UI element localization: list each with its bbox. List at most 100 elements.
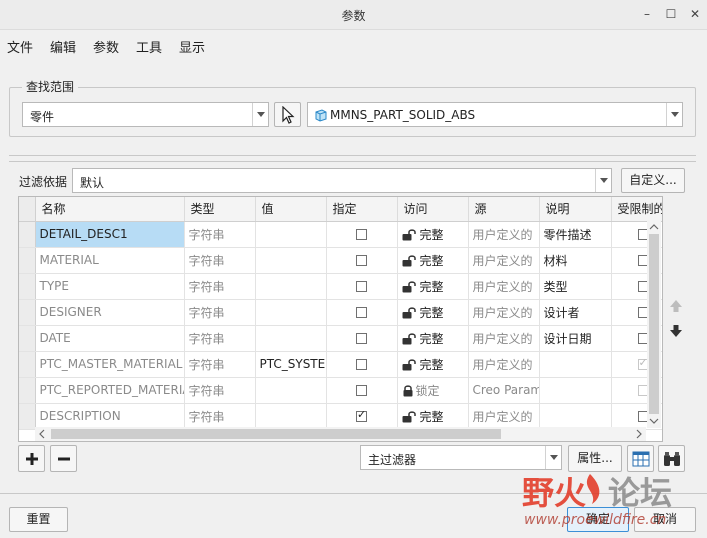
column-header-source[interactable]: 源 — [468, 197, 540, 222]
designated-checkbox[interactable] — [356, 307, 367, 318]
designated-checkbox[interactable] — [356, 359, 367, 370]
close-button[interactable]: ✕ — [686, 5, 704, 23]
add-parameter-button[interactable] — [18, 445, 45, 472]
param-name-cell[interactable]: PTC_REPORTED_MATERIAL — [35, 377, 185, 404]
param-description-cell[interactable] — [539, 403, 612, 430]
table-row[interactable]: DESCRIPTION字符串 完整 用户定义的 — [19, 403, 662, 430]
param-description-cell[interactable]: 零件描述 — [539, 221, 612, 248]
row-header[interactable] — [19, 351, 36, 378]
param-access-cell[interactable]: 完整 — [397, 273, 469, 300]
param-description-cell[interactable]: 材料 — [539, 247, 612, 274]
param-name-cell[interactable]: MATERIAL — [35, 247, 185, 274]
table-row[interactable]: DESIGNER 字符串 完整 用户定义的 设计者 — [19, 299, 662, 326]
maximize-button[interactable]: ☐ — [662, 5, 680, 23]
param-access-cell[interactable]: 完整 — [397, 403, 469, 430]
param-description-cell[interactable]: 设计者 — [539, 299, 612, 326]
param-description-cell[interactable]: 类型 — [539, 273, 612, 300]
param-value-cell[interactable]: PTC_SYSTEM — [255, 351, 327, 378]
row-header[interactable] — [19, 273, 36, 300]
menu-tools[interactable]: 工具 — [136, 37, 162, 56]
param-type-cell[interactable]: 字符串 — [184, 325, 256, 352]
arrow-down-icon[interactable] — [669, 324, 683, 338]
table-row[interactable]: DATE 字符串 完整 用户定义的 设计日期 — [19, 325, 662, 352]
param-value-cell[interactable] — [255, 377, 327, 404]
column-header-restricted[interactable]: 受限制的 — [611, 197, 662, 222]
designated-checkbox[interactable] — [356, 255, 367, 266]
param-type-cell[interactable]: 字符串 — [184, 299, 256, 326]
table-row[interactable]: MATERIAL 字符串 完整 用户定义的 材料 — [19, 247, 662, 274]
param-name-cell[interactable]: DATE — [35, 325, 185, 352]
param-value-cell[interactable] — [255, 273, 327, 300]
scroll-right-arrow-icon[interactable] — [634, 427, 644, 441]
param-name-cell[interactable]: TYPE — [35, 273, 185, 300]
param-value-cell[interactable] — [255, 221, 327, 248]
scope-type-select[interactable]: 零件 — [22, 102, 269, 127]
param-designated-cell[interactable] — [326, 351, 398, 378]
table-view-button[interactable] — [627, 445, 654, 472]
param-name-cell[interactable]: DESCRIPTION — [35, 403, 185, 430]
vertical-scroll-thumb[interactable] — [649, 234, 659, 414]
menu-display[interactable]: 显示 — [179, 37, 205, 56]
column-header-type[interactable]: 类型 — [184, 197, 256, 222]
table-horizontal-scrollbar[interactable] — [35, 427, 646, 441]
row-header[interactable] — [19, 403, 36, 430]
param-access-cell[interactable]: 完整 — [397, 351, 469, 378]
param-access-cell[interactable]: 锁定 — [397, 377, 469, 404]
column-header-description[interactable]: 说明 — [539, 197, 612, 222]
menu-file[interactable]: 文件 — [7, 37, 33, 56]
row-header[interactable] — [19, 377, 36, 404]
param-designated-cell[interactable] — [326, 247, 398, 274]
menu-edit[interactable]: 编辑 — [50, 37, 76, 56]
param-type-cell[interactable]: 字符串 — [184, 351, 256, 378]
param-name-cell[interactable]: DESIGNER — [35, 299, 185, 326]
table-row[interactable]: PTC_REPORTED_MATERIAL字符串 锁定 Creo Parametri… — [19, 377, 662, 404]
model-select[interactable]: MMNS_PART_SOLID_ABS — [307, 102, 683, 127]
param-value-cell[interactable] — [255, 403, 327, 430]
param-value-cell[interactable] — [255, 247, 327, 274]
param-access-cell[interactable]: 完整 — [397, 221, 469, 248]
main-filter-select[interactable]: 主过滤器 — [360, 445, 562, 470]
designated-checkbox[interactable] — [356, 281, 367, 292]
param-type-cell[interactable]: 字符串 — [184, 377, 256, 404]
filter-select[interactable]: 默认 — [72, 168, 612, 193]
param-access-cell[interactable]: 完整 — [397, 247, 469, 274]
param-value-cell[interactable] — [255, 325, 327, 352]
find-button[interactable] — [658, 445, 685, 472]
customize-button[interactable]: 自定义... — [621, 168, 685, 193]
param-designated-cell[interactable] — [326, 273, 398, 300]
horizontal-scroll-thumb[interactable] — [51, 429, 501, 439]
scroll-up-arrow-icon[interactable] — [647, 222, 661, 232]
param-description-cell[interactable] — [539, 377, 612, 404]
minimize-button[interactable]: – — [638, 5, 656, 23]
param-type-cell[interactable]: 字符串 — [184, 221, 256, 248]
param-access-cell[interactable]: 完整 — [397, 299, 469, 326]
param-designated-cell[interactable] — [326, 221, 398, 248]
param-designated-cell[interactable] — [326, 299, 398, 326]
param-access-cell[interactable]: 完整 — [397, 325, 469, 352]
param-type-cell[interactable]: 字符串 — [184, 273, 256, 300]
param-description-cell[interactable]: 设计日期 — [539, 325, 612, 352]
row-header[interactable] — [19, 325, 36, 352]
reset-button[interactable]: 重置 — [9, 507, 68, 532]
arrow-up-icon[interactable] — [669, 299, 683, 313]
column-header-access[interactable]: 访问 — [397, 197, 469, 222]
table-row[interactable]: TYPE 字符串 完整 用户定义的 类型 — [19, 273, 662, 300]
designated-checkbox[interactable] — [356, 229, 367, 240]
row-header[interactable] — [19, 221, 36, 248]
param-designated-cell[interactable] — [326, 403, 398, 430]
param-value-cell[interactable] — [255, 299, 327, 326]
param-designated-cell[interactable] — [326, 377, 398, 404]
column-header-designated[interactable]: 指定 — [326, 197, 398, 222]
table-row[interactable]: PTC_MASTER_MATERIAL字符串PTC_SYSTEM 完整 用户定义的 — [19, 351, 662, 378]
param-name-cell[interactable]: DETAIL_DESC1 — [35, 221, 185, 248]
select-model-button[interactable] — [274, 102, 301, 127]
designated-checkbox[interactable] — [356, 333, 367, 344]
column-header-value[interactable]: 值 — [255, 197, 327, 222]
column-header-name[interactable]: 名称 — [35, 197, 185, 222]
param-type-cell[interactable]: 字符串 — [184, 247, 256, 274]
scroll-down-arrow-icon[interactable] — [647, 416, 661, 426]
designated-checkbox[interactable] — [356, 408, 367, 422]
properties-button[interactable]: 属性... — [568, 445, 622, 472]
row-header[interactable] — [19, 299, 36, 326]
designated-checkbox[interactable] — [356, 385, 367, 396]
